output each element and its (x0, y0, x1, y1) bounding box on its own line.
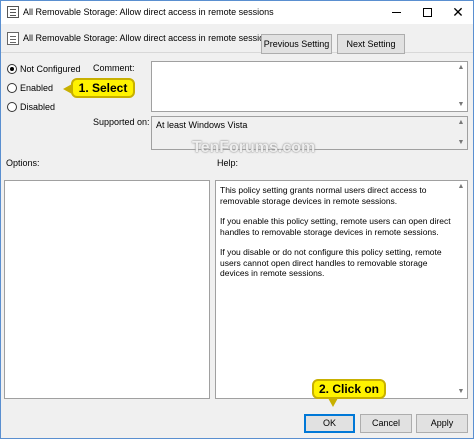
close-icon: ✕ (452, 4, 464, 20)
radio-label: Disabled (20, 102, 56, 112)
options-label: Options: (6, 158, 40, 168)
scroll-down-icon[interactable]: ▼ (456, 138, 466, 148)
scroll-up-icon[interactable]: ▲ (456, 182, 466, 192)
comment-label: Comment: (93, 63, 135, 73)
policy-dialog-window: All Removable Storage: Allow direct acce… (0, 0, 474, 439)
watermark: TenForums.com (192, 139, 316, 156)
radio-label: Not Configured (20, 64, 81, 74)
setting-name: All Removable Storage: Allow direct acce… (23, 33, 274, 43)
options-pane (4, 180, 210, 399)
supported-on-label: Supported on: (93, 117, 150, 127)
maximize-button[interactable] (412, 1, 442, 23)
minimize-button[interactable] (381, 1, 411, 23)
scroll-up-icon[interactable]: ▲ (456, 63, 466, 73)
radio-label: Enabled (20, 83, 54, 93)
maximize-icon (422, 7, 432, 17)
ok-button[interactable]: OK (304, 414, 355, 433)
radio-not-configured[interactable]: Not Configured (7, 64, 81, 74)
scroll-up-icon[interactable]: ▲ (456, 118, 466, 128)
radio-selected-indicator (7, 64, 17, 74)
click-callout: 2. Click on (312, 379, 386, 407)
window-title: All Removable Storage: Allow direct acce… (23, 7, 274, 17)
radio-indicator (7, 83, 17, 93)
policy-app-icon (7, 6, 19, 18)
comment-textarea[interactable]: ▲ ▼ (151, 61, 468, 112)
close-button[interactable]: ✕ (443, 1, 473, 23)
policy-document-icon (7, 32, 19, 45)
previous-setting-button[interactable]: Previous Setting (261, 34, 332, 54)
scroll-down-icon[interactable]: ▼ (456, 100, 466, 110)
help-text: This policy setting grants normal users … (220, 185, 452, 289)
cancel-button[interactable]: Cancel (360, 414, 412, 433)
supported-on-value: At least Windows Vista (156, 120, 248, 130)
help-pane: This policy setting grants normal users … (215, 180, 468, 399)
title-bar: All Removable Storage: Allow direct acce… (1, 1, 473, 24)
help-paragraph: This policy setting grants normal users … (220, 185, 427, 206)
minimize-icon (391, 11, 401, 13)
radio-indicator (7, 102, 17, 112)
help-label: Help: (217, 158, 239, 168)
next-setting-button[interactable]: Next Setting (337, 34, 405, 54)
radio-enabled[interactable]: Enabled (7, 83, 53, 93)
scroll-down-icon[interactable]: ▼ (456, 387, 466, 397)
select-callout: 1. Select (63, 78, 135, 98)
help-paragraph: If you enable this policy setting, remot… (220, 216, 451, 237)
help-paragraph: If you disable or do not configure this … (220, 247, 442, 278)
apply-button[interactable]: Apply (416, 414, 468, 433)
radio-disabled[interactable]: Disabled (7, 102, 55, 112)
